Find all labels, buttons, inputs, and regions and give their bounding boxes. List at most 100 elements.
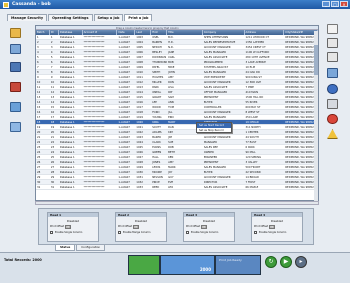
main-tabs: Manage Security Operating Settings Setup… bbox=[7, 14, 153, 21]
table-cell: PARK bbox=[152, 86, 159, 89]
table-cell: DIRECTOR bbox=[203, 181, 218, 184]
head-mode[interactable]: Disabled bbox=[184, 219, 234, 223]
print-preview-icon[interactable] bbox=[327, 24, 338, 34]
export-icon[interactable] bbox=[10, 122, 21, 132]
table-cell: 24 bbox=[50, 151, 55, 154]
head-mode[interactable]: Disabled bbox=[116, 219, 166, 223]
table-cell: 13 bbox=[50, 96, 55, 99]
table-cell: **************** bbox=[83, 81, 105, 84]
table-cell: LEWIS bbox=[152, 166, 161, 169]
table-cell: REDMOND, WA 98052 bbox=[285, 156, 314, 159]
offset-field[interactable]: 0.0 bbox=[65, 225, 72, 229]
table-cell: 1-AUG07 bbox=[118, 146, 130, 149]
table-cell: MIKE bbox=[168, 66, 175, 69]
table-cell: Database 1 bbox=[59, 101, 75, 104]
table-cell: 12 bbox=[50, 91, 55, 94]
table-row[interactable]: 31 31 Database 1 **************** 1-AUG07 103… bbox=[36, 185, 318, 190]
table-cell: REDMOND, WA 98052 bbox=[285, 176, 314, 179]
offset-field[interactable]: 0.0 bbox=[201, 225, 208, 229]
minimize-button[interactable]: _ bbox=[322, 1, 330, 7]
warning-icon[interactable] bbox=[327, 129, 338, 139]
enable-checkbox[interactable] bbox=[254, 230, 257, 234]
stop-icon[interactable] bbox=[327, 114, 338, 124]
tab-print-job[interactable]: Print a Job bbox=[124, 14, 153, 21]
document-icon[interactable] bbox=[10, 102, 21, 112]
table-cell: Database 1 bbox=[59, 146, 75, 149]
table-cell: **************** bbox=[83, 71, 105, 74]
table-cell: AMY bbox=[168, 76, 174, 79]
table-cell: 5 bbox=[50, 56, 53, 59]
table-cell: EVE bbox=[168, 181, 174, 184]
table-cell: **************** bbox=[83, 56, 105, 59]
table-cell: Database 1 bbox=[59, 126, 75, 129]
table-cell: ERIC bbox=[168, 116, 175, 119]
offset-field[interactable]: 0.0 bbox=[269, 225, 276, 229]
table-cell: Database 1 bbox=[59, 41, 75, 44]
open-folder-icon[interactable] bbox=[10, 28, 21, 38]
table-cell: 25 bbox=[50, 156, 55, 159]
table-cell: **************** bbox=[83, 91, 105, 94]
table-cell: Database 1 bbox=[59, 136, 75, 139]
enable-checkbox[interactable] bbox=[50, 230, 53, 234]
settings-icon[interactable] bbox=[327, 99, 338, 109]
checkbox-label: Enable Merge Column bbox=[123, 230, 151, 234]
table-cell: 6 bbox=[37, 61, 39, 64]
table-cell: REDMOND, WA 98052 bbox=[285, 91, 314, 94]
table-cell: 1026 bbox=[136, 151, 143, 154]
pencil-icon[interactable] bbox=[327, 68, 338, 78]
records-rows: 1 1 Database 1 **************** 1-AUG07 1003 O… bbox=[36, 35, 318, 190]
scroll-thumb[interactable] bbox=[314, 45, 318, 75]
enable-checkbox[interactable] bbox=[118, 230, 121, 234]
database-icon[interactable] bbox=[10, 62, 21, 72]
table-cell: JOY bbox=[168, 171, 173, 174]
table-cell: 17 bbox=[50, 116, 55, 119]
repeat-icon[interactable]: ↻ bbox=[265, 256, 277, 268]
table-cell: Database 1 bbox=[59, 86, 75, 89]
table-cell: 19 bbox=[50, 126, 55, 129]
maximize-button[interactable]: □ bbox=[331, 1, 339, 7]
tab-configuration[interactable]: Configuration bbox=[76, 245, 106, 251]
vertical-scrollbar[interactable] bbox=[314, 31, 318, 201]
tab-manage-security[interactable]: Manage Security bbox=[7, 14, 48, 21]
table-cell: 20 bbox=[50, 131, 55, 134]
table-cell: ACCOUNT MANAGER bbox=[203, 111, 231, 114]
head-mode[interactable]: Disabled bbox=[48, 219, 98, 223]
table-cell: Database 1 bbox=[59, 156, 75, 159]
table-cell: REDMOND, WA 98052 bbox=[285, 161, 314, 164]
horizontal-scrollbar[interactable] bbox=[35, 201, 319, 205]
globe-icon[interactable] bbox=[327, 84, 338, 94]
play-icon[interactable]: ▶ bbox=[280, 256, 292, 268]
table-cell: Database 1 bbox=[59, 81, 75, 84]
table-cell: BOB bbox=[168, 61, 174, 64]
table-cell: **************** bbox=[83, 96, 105, 99]
offset-field[interactable]: 0.0 bbox=[133, 225, 140, 229]
head-mode[interactable]: Disabled bbox=[252, 219, 302, 223]
close-button[interactable]: × bbox=[340, 1, 348, 7]
tab-setup-job[interactable]: Setup a Job bbox=[93, 14, 124, 21]
table-cell: REDMOND, WA 98052 bbox=[285, 46, 314, 49]
book-icon[interactable] bbox=[10, 82, 21, 92]
table-cell: 2 bbox=[37, 41, 39, 44]
app-window: Cassanda - bob _ □ × Manage Security Ope… bbox=[0, 0, 350, 283]
table-icon[interactable] bbox=[327, 38, 338, 48]
table-cell: **************** bbox=[83, 181, 105, 184]
table-cell: LEE bbox=[152, 101, 157, 104]
tab-status[interactable]: Status bbox=[55, 245, 76, 251]
table-cell: 1-AUG07 bbox=[118, 136, 130, 139]
table-cell: 8 bbox=[50, 71, 53, 74]
next-icon[interactable]: ▸ bbox=[295, 256, 307, 268]
tab-operating-settings[interactable]: Operating Settings bbox=[48, 14, 93, 21]
save-icon[interactable] bbox=[10, 44, 21, 54]
enable-checkbox[interactable] bbox=[186, 230, 189, 234]
printer-icon[interactable] bbox=[327, 52, 338, 62]
table-cell: **************** bbox=[83, 41, 105, 44]
table-cell: 3 bbox=[37, 46, 39, 49]
table-cell: REDMOND, WA 98052 bbox=[285, 106, 314, 109]
table-cell: **************** bbox=[83, 46, 105, 49]
menu-item-stop-record[interactable]: Set as Stop Record bbox=[197, 128, 231, 133]
table-cell: Database 1 bbox=[59, 141, 75, 144]
table-cell: BUYER bbox=[203, 171, 213, 174]
table-cell: Database 1 bbox=[59, 161, 75, 164]
table-cell: 900 KING ST bbox=[245, 76, 262, 79]
table-cell: MARK bbox=[168, 166, 176, 169]
